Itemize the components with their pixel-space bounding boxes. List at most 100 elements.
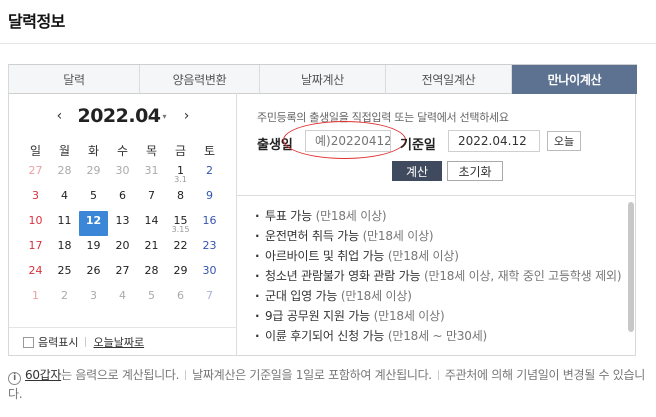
day-number: 22 — [173, 239, 188, 252]
calendar-day[interactable]: 24 — [21, 261, 50, 286]
highlight-circle — [283, 121, 406, 159]
calendar-day[interactable]: 5 — [79, 186, 108, 211]
calendar-day[interactable]: 27 — [108, 261, 137, 286]
calendar-day[interactable]: 6 — [108, 186, 137, 211]
calendar-day[interactable]: 5 — [137, 286, 166, 311]
result-age-condition: (만18세 이상) — [362, 229, 434, 243]
info-icon: i — [8, 372, 21, 385]
calendar-day[interactable]: 23 — [195, 236, 224, 261]
result-text: 투표 가능 — [265, 209, 312, 223]
prev-month-icon[interactable]: ‹ — [49, 108, 69, 124]
day-number: 8 — [177, 189, 184, 202]
result-age-condition: (만18세 ~ 만30세) — [387, 329, 488, 343]
day-number: 10 — [28, 214, 43, 227]
calendar-day[interactable]: 2 — [195, 161, 224, 186]
calendar-day[interactable]: 2 — [50, 286, 79, 311]
calendar-day[interactable]: 14 — [137, 211, 166, 236]
next-month-icon[interactable]: › — [177, 108, 197, 124]
result-item: 이륜 후기되어 신청 가능 (만18세 ~ 만30세) — [253, 326, 628, 346]
calendar-day[interactable]: 19 — [79, 236, 108, 261]
calendar-footer: 음력표시 오늘날짜로 — [9, 327, 237, 356]
calendar-day[interactable]: 9 — [195, 186, 224, 211]
day-number: 6 — [119, 189, 126, 202]
ganji-link[interactable]: 60갑자 — [25, 368, 61, 382]
tab-age-calc[interactable]: 만나이계산 — [512, 65, 637, 94]
calendar-widget: 달력 양음력변환 날짜계산 전역일계산 만나이계산 ‹ 2022.04 ▾ › … — [8, 64, 637, 356]
calendar-day[interactable]: 11 — [50, 211, 79, 236]
weekday-label: 월 — [58, 144, 71, 158]
day-number: 4 — [61, 189, 68, 202]
calendar-day[interactable]: 20 — [108, 236, 137, 261]
calendar-day[interactable]: 28 — [137, 261, 166, 286]
lunar-date: 3.1 — [174, 175, 187, 184]
calendar-day[interactable]: 22 — [166, 236, 195, 261]
calendar-day[interactable]: 29 — [166, 261, 195, 286]
day-number: 14 — [144, 214, 159, 227]
calendar-day[interactable]: 3 — [21, 186, 50, 211]
weekday-label: 수 — [116, 144, 129, 158]
day-number: 27 — [115, 264, 130, 277]
day-number: 5 — [148, 289, 155, 302]
day-number: 4 — [119, 289, 126, 302]
calendar-day[interactable]: 7 — [195, 286, 224, 311]
chevron-down-icon[interactable]: ▾ — [163, 112, 167, 121]
today-link[interactable]: 오늘날짜로 — [93, 334, 144, 350]
calendar-day[interactable]: 15 3.15 — [166, 211, 195, 236]
result-panel[interactable]: 투표 가능 (만18세 이상)운전면허 취득 가능 (만18세 이상)아르바이트… — [237, 195, 636, 356]
tab-discharge-calc[interactable]: 전역일계산 — [386, 65, 512, 94]
calendar-day[interactable]: 30 — [195, 261, 224, 286]
calendar-day[interactable]: 18 — [50, 236, 79, 261]
result-text: 청소년 관람불가 영화 관람 가능 — [265, 269, 421, 283]
base-date-input[interactable]: 2022.04.12 — [448, 130, 540, 152]
title-divider — [0, 43, 656, 44]
calendar-day[interactable]: 4 — [108, 286, 137, 311]
calendar-day[interactable]: 3 — [79, 286, 108, 311]
day-number: 20 — [115, 239, 130, 252]
result-text: 군대 입영 가능 — [265, 289, 338, 303]
calendar-day[interactable]: 8 — [166, 186, 195, 211]
result-scrollbar[interactable] — [628, 202, 634, 332]
calendar-day-selected[interactable]: 12 — [79, 211, 108, 236]
calendar-day[interactable]: 6 — [166, 286, 195, 311]
tab-lunar-converter[interactable]: 양음력변환 — [140, 65, 260, 94]
calendar-day[interactable]: 1 3.1 — [166, 161, 195, 186]
calendar-day[interactable]: 13 — [108, 211, 137, 236]
day-number: 28 — [57, 164, 72, 177]
result-age-condition: (만18세 이상) — [373, 309, 445, 323]
calendar-day[interactable]: 28 — [50, 161, 79, 186]
result-text: 9급 공무원 지원 가능 — [265, 309, 370, 323]
day-number: 30 — [202, 264, 217, 277]
result-age-condition: (만18세 이상, 재학 중인 고등학생 제외) — [424, 269, 622, 283]
calendar-day[interactable]: 21 — [137, 236, 166, 261]
calendar-day[interactable]: 10 — [21, 211, 50, 236]
calendar-day[interactable]: 25 — [50, 261, 79, 286]
day-number: 3 — [90, 289, 97, 302]
today-button[interactable]: 오늘 — [547, 131, 581, 151]
calendar-day[interactable]: 31 — [137, 161, 166, 186]
calendar-week-row: 24 25 26 27 28 29 30 — [21, 261, 225, 286]
tab-date-calc[interactable]: 날짜계산 — [260, 65, 386, 94]
calendar-day[interactable]: 27 — [21, 161, 50, 186]
calendar-day[interactable]: 7 — [137, 186, 166, 211]
day-number: 9 — [206, 189, 213, 202]
calendar-day[interactable]: 1 — [21, 286, 50, 311]
tab-calendar[interactable]: 달력 — [9, 65, 140, 94]
lunar-toggle-label[interactable]: 음력표시 — [38, 334, 78, 350]
day-number: 17 — [28, 239, 43, 252]
calendar-day[interactable]: 29 — [79, 161, 108, 186]
reset-button[interactable]: 초기화 — [447, 161, 503, 181]
calendar-day[interactable]: 30 — [108, 161, 137, 186]
age-calculator: 주민등록의 출생일을 직접입력 또는 달력에서 선택하세요 출생일 기준일 20… — [237, 93, 636, 356]
day-number: 21 — [144, 239, 159, 252]
weekday-label: 화 — [87, 144, 100, 158]
note-part2: 날짜계산은 기준일을 1일로 포함하여 계산됩니다. — [192, 368, 432, 382]
calendar-day[interactable]: 16 — [195, 211, 224, 236]
result-age-condition: (만18세 이상) — [340, 289, 412, 303]
calendar-day[interactable]: 26 — [79, 261, 108, 286]
month-label[interactable]: 2022.04 — [77, 105, 161, 127]
lunar-checkbox[interactable] — [23, 336, 34, 348]
calculate-button[interactable]: 계산 — [392, 161, 442, 181]
calendar-day[interactable]: 4 — [50, 186, 79, 211]
calendar-day[interactable]: 17 — [21, 236, 50, 261]
day-number: 1 — [32, 289, 39, 302]
